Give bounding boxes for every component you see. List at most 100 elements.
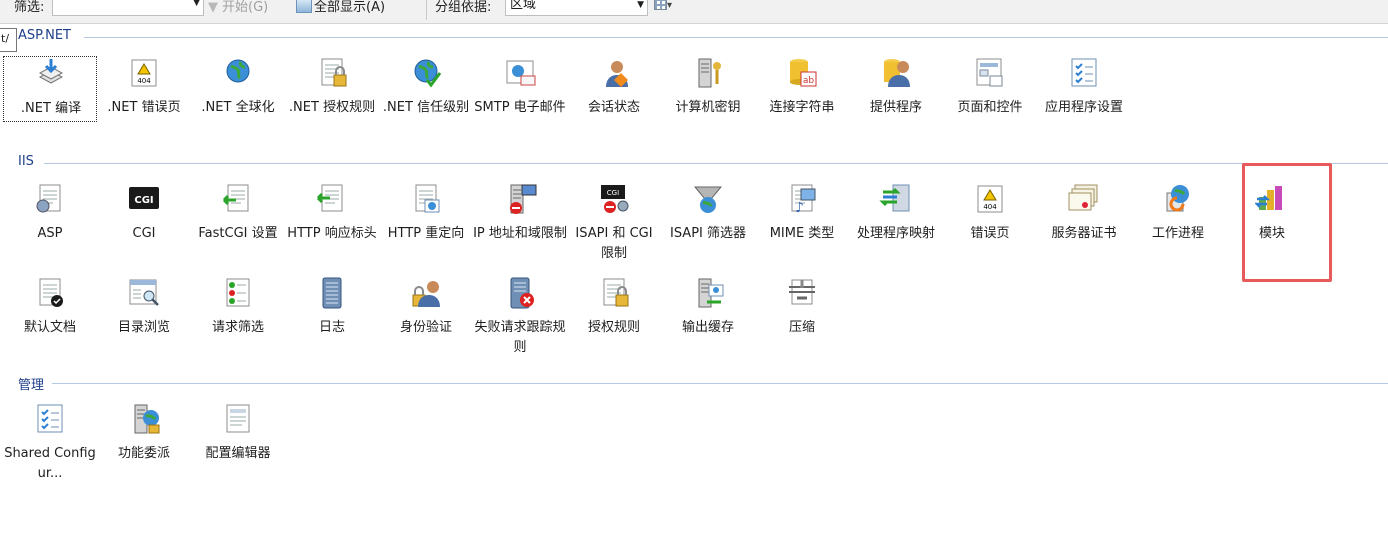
highlight-annotation [1242, 163, 1332, 282]
section-header-management: 管理 [18, 374, 44, 393]
filter-input[interactable]: ▼ [52, 0, 204, 16]
directory-browsing-icon [127, 276, 161, 310]
feature-tile[interactable]: 默认文档 [3, 276, 97, 362]
feature-tile-label: ISAPI 筛选器 [669, 226, 747, 241]
toolbar: 筛选: ▼ ▼ 开始(G) 全部显示(A) 分组依据: 区域 ▼ ▾ [0, 0, 1388, 24]
feature-tile-label: 服务器证书 [1051, 226, 1117, 241]
feature-tile[interactable]: ab 连接字符串 [755, 56, 849, 142]
default-document-icon [33, 276, 67, 310]
feature-tile[interactable]: 应用程序设置 [1037, 56, 1131, 142]
feature-tile[interactable]: 输出缓存 [661, 276, 755, 362]
group-by-select[interactable]: 区域 ▼ [505, 0, 648, 16]
feature-tile[interactable]: .NET 编译 [3, 56, 97, 122]
feature-tile[interactable]: ISAPI 筛选器 [661, 182, 755, 268]
feature-tile[interactable]: 身份验证 [379, 276, 473, 362]
view-toggle-button[interactable]: ▾ [654, 0, 682, 14]
chevron-down-icon[interactable]: ▼ [637, 0, 644, 12]
isapi-filters-icon [691, 182, 725, 216]
feature-tile[interactable]: 404 错误页 [943, 182, 1037, 268]
feature-tile-label: 计算机密钥 [675, 100, 741, 115]
feature-tile[interactable]: 压缩 [755, 276, 849, 362]
feature-tile-label: ISAPI 和 CGI 限制 [575, 226, 653, 261]
feature-tile[interactable]: 工作进程 [1131, 182, 1225, 268]
net-error-pages-icon: 404 [127, 56, 161, 90]
feature-tile[interactable]: ♪ MIME 类型 [755, 182, 849, 268]
chevron-down-icon[interactable]: ▼ [193, 0, 200, 8]
feature-tile-label: 授权规则 [587, 320, 640, 335]
feature-tile[interactable]: .NET 全球化 [191, 56, 285, 142]
feature-tile-label: 提供程序 [869, 100, 922, 115]
feature-tile[interactable]: 404 .NET 错误页 [97, 56, 191, 142]
shared-configuration-icon [33, 402, 67, 436]
smtp-email-icon [503, 56, 537, 90]
funnel-icon: ▼ [208, 0, 218, 15]
fastcgi-icon [221, 182, 255, 216]
section-divider [52, 383, 1388, 384]
isapi-cgi-restrictions-icon: CGI [597, 182, 631, 216]
feature-tile-label: 工作进程 [1151, 226, 1204, 241]
section-title: ASP.NET [18, 28, 71, 43]
feature-tile-label: 功能委派 [117, 446, 170, 461]
feature-tile[interactable]: FastCGI 设置 [191, 182, 285, 268]
pages-controls-icon [973, 56, 1007, 90]
feature-tile[interactable]: CGI ISAPI 和 CGI 限制 [567, 182, 661, 268]
svg-text:ab: ab [803, 76, 815, 86]
section-divider [84, 37, 1388, 38]
machine-key-icon [691, 56, 725, 90]
feature-tile[interactable]: CGI CGI [97, 182, 191, 268]
feature-tile-label: 目录浏览 [117, 320, 170, 335]
feature-tile[interactable]: .NET 信任级别 [379, 56, 473, 142]
asp-icon [33, 182, 67, 216]
section-divider [44, 163, 1388, 164]
feature-tile[interactable]: 服务器证书 [1037, 182, 1131, 268]
feature-tile[interactable]: HTTP 重定向 [379, 182, 473, 268]
feature-tile[interactable]: 页面和控件 [943, 56, 1037, 142]
feature-tile-label: 连接字符串 [769, 100, 835, 115]
cgi-icon: CGI [127, 182, 161, 216]
feature-tile[interactable]: 功能委派 [97, 402, 191, 488]
feature-tile[interactable]: 计算机密钥 [661, 56, 755, 142]
feature-tile-label: .NET 错误页 [107, 100, 181, 115]
section-title: 管理 [18, 378, 45, 393]
output-caching-icon [691, 276, 725, 310]
app-settings-icon [1067, 56, 1101, 90]
feature-tile[interactable]: Shared Configur... [3, 402, 97, 488]
logging-icon [315, 276, 349, 310]
feature-tile[interactable]: 请求筛选 [191, 276, 285, 362]
feature-tile[interactable]: 提供程序 [849, 56, 943, 142]
go-button[interactable]: ▼ 开始(G) [208, 0, 268, 15]
feature-tile[interactable]: 处理程序映射 [849, 182, 943, 268]
feature-tile[interactable]: HTTP 响应标头 [285, 182, 379, 268]
section-title: IIS [18, 154, 34, 169]
feature-tile-label: .NET 编译 [20, 101, 82, 116]
configuration-editor-icon [221, 402, 255, 436]
feature-tile[interactable]: 授权规则 [567, 276, 661, 362]
feature-tile-label: ASP [37, 226, 63, 241]
authorization-rules-icon [597, 276, 631, 310]
show-all-button[interactable]: 全部显示(A) [296, 0, 385, 15]
compression-icon [785, 276, 819, 310]
authentication-icon [409, 276, 443, 310]
feature-tile[interactable]: 失败请求跟踪规则 [473, 276, 567, 362]
feature-tile-label: Shared Configur... [4, 446, 96, 481]
feature-tile[interactable]: 目录浏览 [97, 276, 191, 362]
feature-tile[interactable]: 配置编辑器 [191, 402, 285, 488]
feature-tile[interactable]: 日志 [285, 276, 379, 362]
http-redirect-icon [409, 182, 443, 216]
feature-tile[interactable]: 会话状态 [567, 56, 661, 142]
toolbar-separator [426, 0, 427, 20]
feature-tile[interactable]: ASP [3, 182, 97, 268]
feature-tile-label: 处理程序映射 [856, 226, 935, 241]
session-state-icon [597, 56, 631, 90]
show-all-label: 全部显示(A) [314, 0, 386, 15]
feature-tile-label: 默认文档 [23, 320, 76, 335]
feature-tile-label: HTTP 重定向 [387, 226, 465, 241]
feature-tile[interactable]: SMTP 电子邮件 [473, 56, 567, 142]
show-all-icon [296, 0, 312, 13]
feature-tile[interactable]: IP 地址和域限制 [473, 182, 567, 268]
grid-view-icon [654, 0, 667, 10]
failed-request-tracing-icon [503, 276, 537, 310]
feature-tile[interactable]: .NET 授权规则 [285, 56, 379, 142]
feature-tile-label: .NET 全球化 [201, 100, 275, 115]
feature-tile-label: FastCGI 设置 [198, 226, 278, 241]
